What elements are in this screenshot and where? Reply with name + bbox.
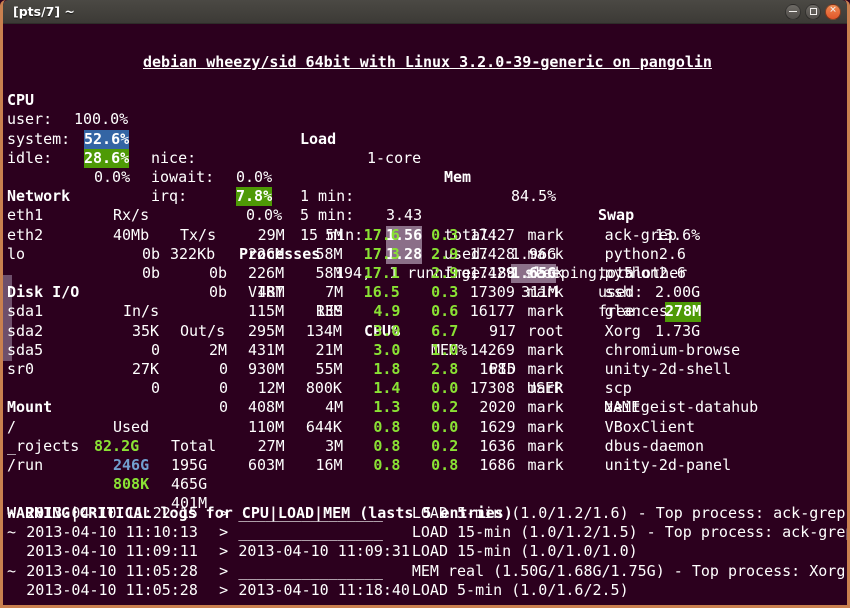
- log-entry: 2013-04-10 11:09:11 >2013-04-10 11:09:31 L…: [26, 542, 638, 561]
- cpu-system-value: 28.6%: [84, 148, 130, 168]
- mount-row-used: 246G: [113, 456, 150, 474]
- diskio-row-in: 27K: [132, 360, 160, 378]
- system-header: debian wheezy/sid 64bit with Linux 3.2.0…: [143, 52, 712, 71]
- log-entry: ~2013-04-10 11:10:13 > ________________ LOA…: [7, 523, 847, 542]
- mount-row-total: 195G: [171, 456, 208, 474]
- log-entry: ~2013-04-10 11:22:15 > ________________ LOA…: [7, 504, 846, 522]
- load-cores: 1-core: [367, 148, 422, 167]
- process-row[interactable]: 29M 5M 17.6 0.3 17427 mark ack-grep: [3, 226, 847, 245]
- window-title: [pts/7] ~: [13, 4, 75, 19]
- diskio-row-out: 0: [219, 360, 229, 378]
- minimize-button[interactable]: [785, 3, 801, 20]
- close-button[interactable]: ✕: [825, 3, 841, 20]
- terminal-screen[interactable]: debian wheezy/sid 64bit with Linux 3.2.0…: [3, 24, 847, 602]
- mount-row-path: /run: [7, 456, 44, 474]
- log-entry: 2013-04-10 11:05:28 >2013-04-10 11:18:40 L…: [26, 580, 629, 599]
- window-controls: ✕: [785, 3, 841, 20]
- maximize-button[interactable]: [805, 3, 821, 20]
- process-row[interactable]: 226M 58M 17.3 2.9 17428 mark python2.6: [3, 245, 847, 264]
- cpu-nice-label: nice:: [151, 148, 197, 167]
- log-entry: ~2013-04-10 11:05:28 > ________________ MEM…: [7, 561, 846, 580]
- diskio-row-dev: sr0: [7, 360, 35, 378]
- cpu-idle-label: idle:: [7, 148, 53, 167]
- window-titlebar[interactable]: [pts/7] ~ ✕: [3, 0, 847, 24]
- process-row[interactable]: 930M 55M 1.8 2.8 1685 mark unity-2d-shell: [3, 360, 847, 379]
- terminal-window: [pts/7] ~ ✕ debian wheezy/sid 64bit with…: [0, 0, 850, 608]
